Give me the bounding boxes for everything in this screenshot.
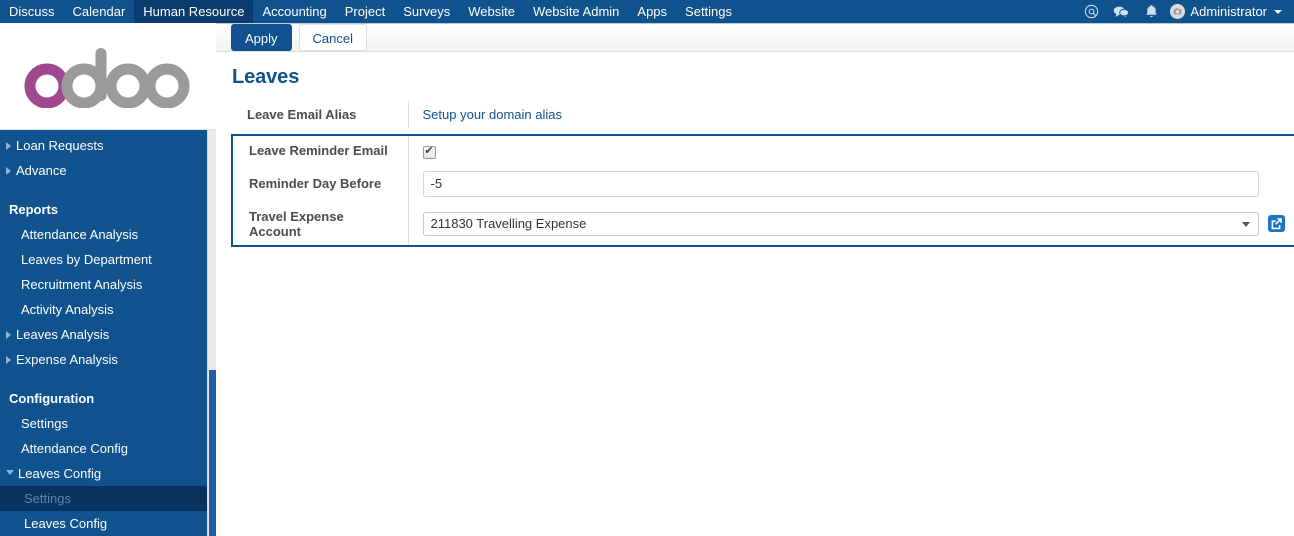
nav-item-calendar[interactable]: Calendar [64,0,135,23]
sidebar-item-label: Attendance Analysis [21,227,139,242]
nav-item-website[interactable]: Website [459,0,524,23]
sidebar-item-label: Expense Analysis [16,352,118,367]
reminder-day-before-label: Reminder Day Before [233,164,409,203]
sidebar-item-recruitment-analysis[interactable]: Recruitment Analysis [0,272,207,297]
nav-item-project[interactable]: Project [336,0,394,23]
settings-top-table: Leave Email Alias Setup your domain alia… [231,101,1294,128]
sidebar-item-label: Leaves Config [18,466,102,481]
chevron-right-icon [6,141,11,150]
reminder-day-before-input[interactable] [422,170,1259,197]
sidebar-item-label: Attendance Config [21,441,128,456]
leave-email-alias-field: Setup your domain alias [408,101,1294,128]
open-record-external-link-button[interactable] [1267,213,1286,234]
nav-item-settings[interactable]: Settings [676,0,741,23]
sidebar-item-label: Advance [16,163,67,178]
sidebar-section-reports: Reports [9,202,59,217]
page-title: Leaves [232,66,300,88]
travel-expense-account-select[interactable] [422,211,1259,236]
apply-button[interactable]: Apply [231,24,292,51]
leave-reminder-email-field: ✔ [408,136,1294,165]
sidebar-item-label: Leaves Analysis [16,327,110,342]
nav-item-apps[interactable]: Apps [628,0,676,23]
chevron-right-icon [6,330,11,339]
table-row: Leave Email Alias Setup your domain alia… [231,101,1294,128]
check-icon: ✔ [424,145,434,157]
user-name-label: Administrator [1190,4,1267,19]
main-menu: Discuss Calendar Human Resource Accounti… [0,0,741,23]
sidebar-menu-list: Loan Requests Advance Reports Attendance… [0,130,207,536]
sidebar-item-leaves-analysis[interactable]: Leaves Analysis [0,322,207,347]
travel-expense-account-select-wrap [422,211,1259,236]
control-panel: Apply Cancel [216,23,1294,52]
nav-item-accounting[interactable]: Accounting [253,0,335,23]
chevron-down-icon [6,470,14,479]
sidebar-item-label: Activity Analysis [21,302,114,317]
user-menu[interactable]: Administrator [1166,4,1288,19]
sidebar-scrollbar-thumb[interactable] [209,370,216,536]
travel-expense-account-label: Travel Expense Account [233,202,409,245]
sidebar-item-loan-requests[interactable]: Loan Requests [0,133,207,158]
sidebar-item-leaves-config-leaves-config[interactable]: Leaves Config [0,511,207,536]
travel-expense-account-field [408,203,1294,245]
nav-item-discuss[interactable]: Discuss [0,0,64,23]
navbar-right-group: Administrator [1076,0,1294,23]
setup-domain-alias-link[interactable]: Setup your domain alias [423,107,562,122]
chevron-right-icon [6,166,11,175]
messages-icon[interactable] [1106,0,1136,23]
chevron-right-icon [6,355,11,364]
sidebar-item-label: Loan Requests [16,138,104,153]
travel-expense-account-controls [422,211,1294,236]
table-row: Travel Expense Account [233,202,1294,245]
sidebar-item-attendance-config[interactable]: Attendance Config [0,436,207,461]
cancel-button[interactable]: Cancel [298,24,367,51]
nav-item-website-admin[interactable]: Website Admin [524,0,628,23]
sidebar-item-label: Leaves by Department [21,252,152,267]
odoo-logo[interactable] [0,23,216,130]
sidebar-item-leaves-by-department[interactable]: Leaves by Department [0,247,207,272]
sidebar-item-leaves-config[interactable]: Leaves Config [0,461,207,486]
leave-email-alias-label: Leave Email Alias [231,101,409,128]
sidebar-item-attendance-analysis[interactable]: Attendance Analysis [0,222,207,247]
leaves-settings-group: Leave Reminder Email ✔ Reminder Day Befo… [231,134,1294,247]
table-row: Reminder Day Before [233,164,1294,203]
sidebar-item-label: Settings [21,416,68,431]
chevron-down-icon [1274,9,1282,14]
sidebar-item-leaves-config-settings[interactable]: Settings [0,486,207,511]
sidebar-section-configuration: Configuration [9,391,95,406]
sidebar-item-settings[interactable]: Settings [0,411,207,436]
sidebar: Loan Requests Advance Reports Attendance… [0,23,216,536]
table-row: Leave Reminder Email ✔ [233,136,1294,165]
sidebar-scrollbar[interactable] [207,130,216,536]
leave-reminder-email-label: Leave Reminder Email [233,136,409,165]
leave-reminder-email-checkbox[interactable]: ✔ [422,145,436,159]
nav-item-human-resource[interactable]: Human Resource [134,0,254,23]
reminder-day-before-field [408,165,1294,203]
sidebar-menu-panel: Loan Requests Advance Reports Attendance… [0,130,207,536]
settings-form: Leaves Leave Email Alias Setup your doma… [216,52,1294,247]
sidebar-item-label: Leaves Config [24,516,108,531]
sidebar-item-advance[interactable]: Advance [0,158,207,183]
sidebar-item-expense-analysis[interactable]: Expense Analysis [0,347,207,372]
nav-item-surveys[interactable]: Surveys [394,0,459,23]
sidebar-item-label: Recruitment Analysis [21,277,143,292]
top-navbar: Discuss Calendar Human Resource Accounti… [0,0,1294,23]
settings-fields-table: Leave Reminder Email ✔ Reminder Day Befo… [233,136,1294,245]
sidebar-item-activity-analysis[interactable]: Activity Analysis [0,297,207,322]
sidebar-item-label: Settings [24,491,71,506]
notifications-bell-icon[interactable] [1136,0,1166,23]
avatar [1170,4,1186,19]
main-content: Apply Cancel Leaves Leave Email Alias Se… [216,23,1294,536]
mentions-icon[interactable] [1076,0,1106,23]
